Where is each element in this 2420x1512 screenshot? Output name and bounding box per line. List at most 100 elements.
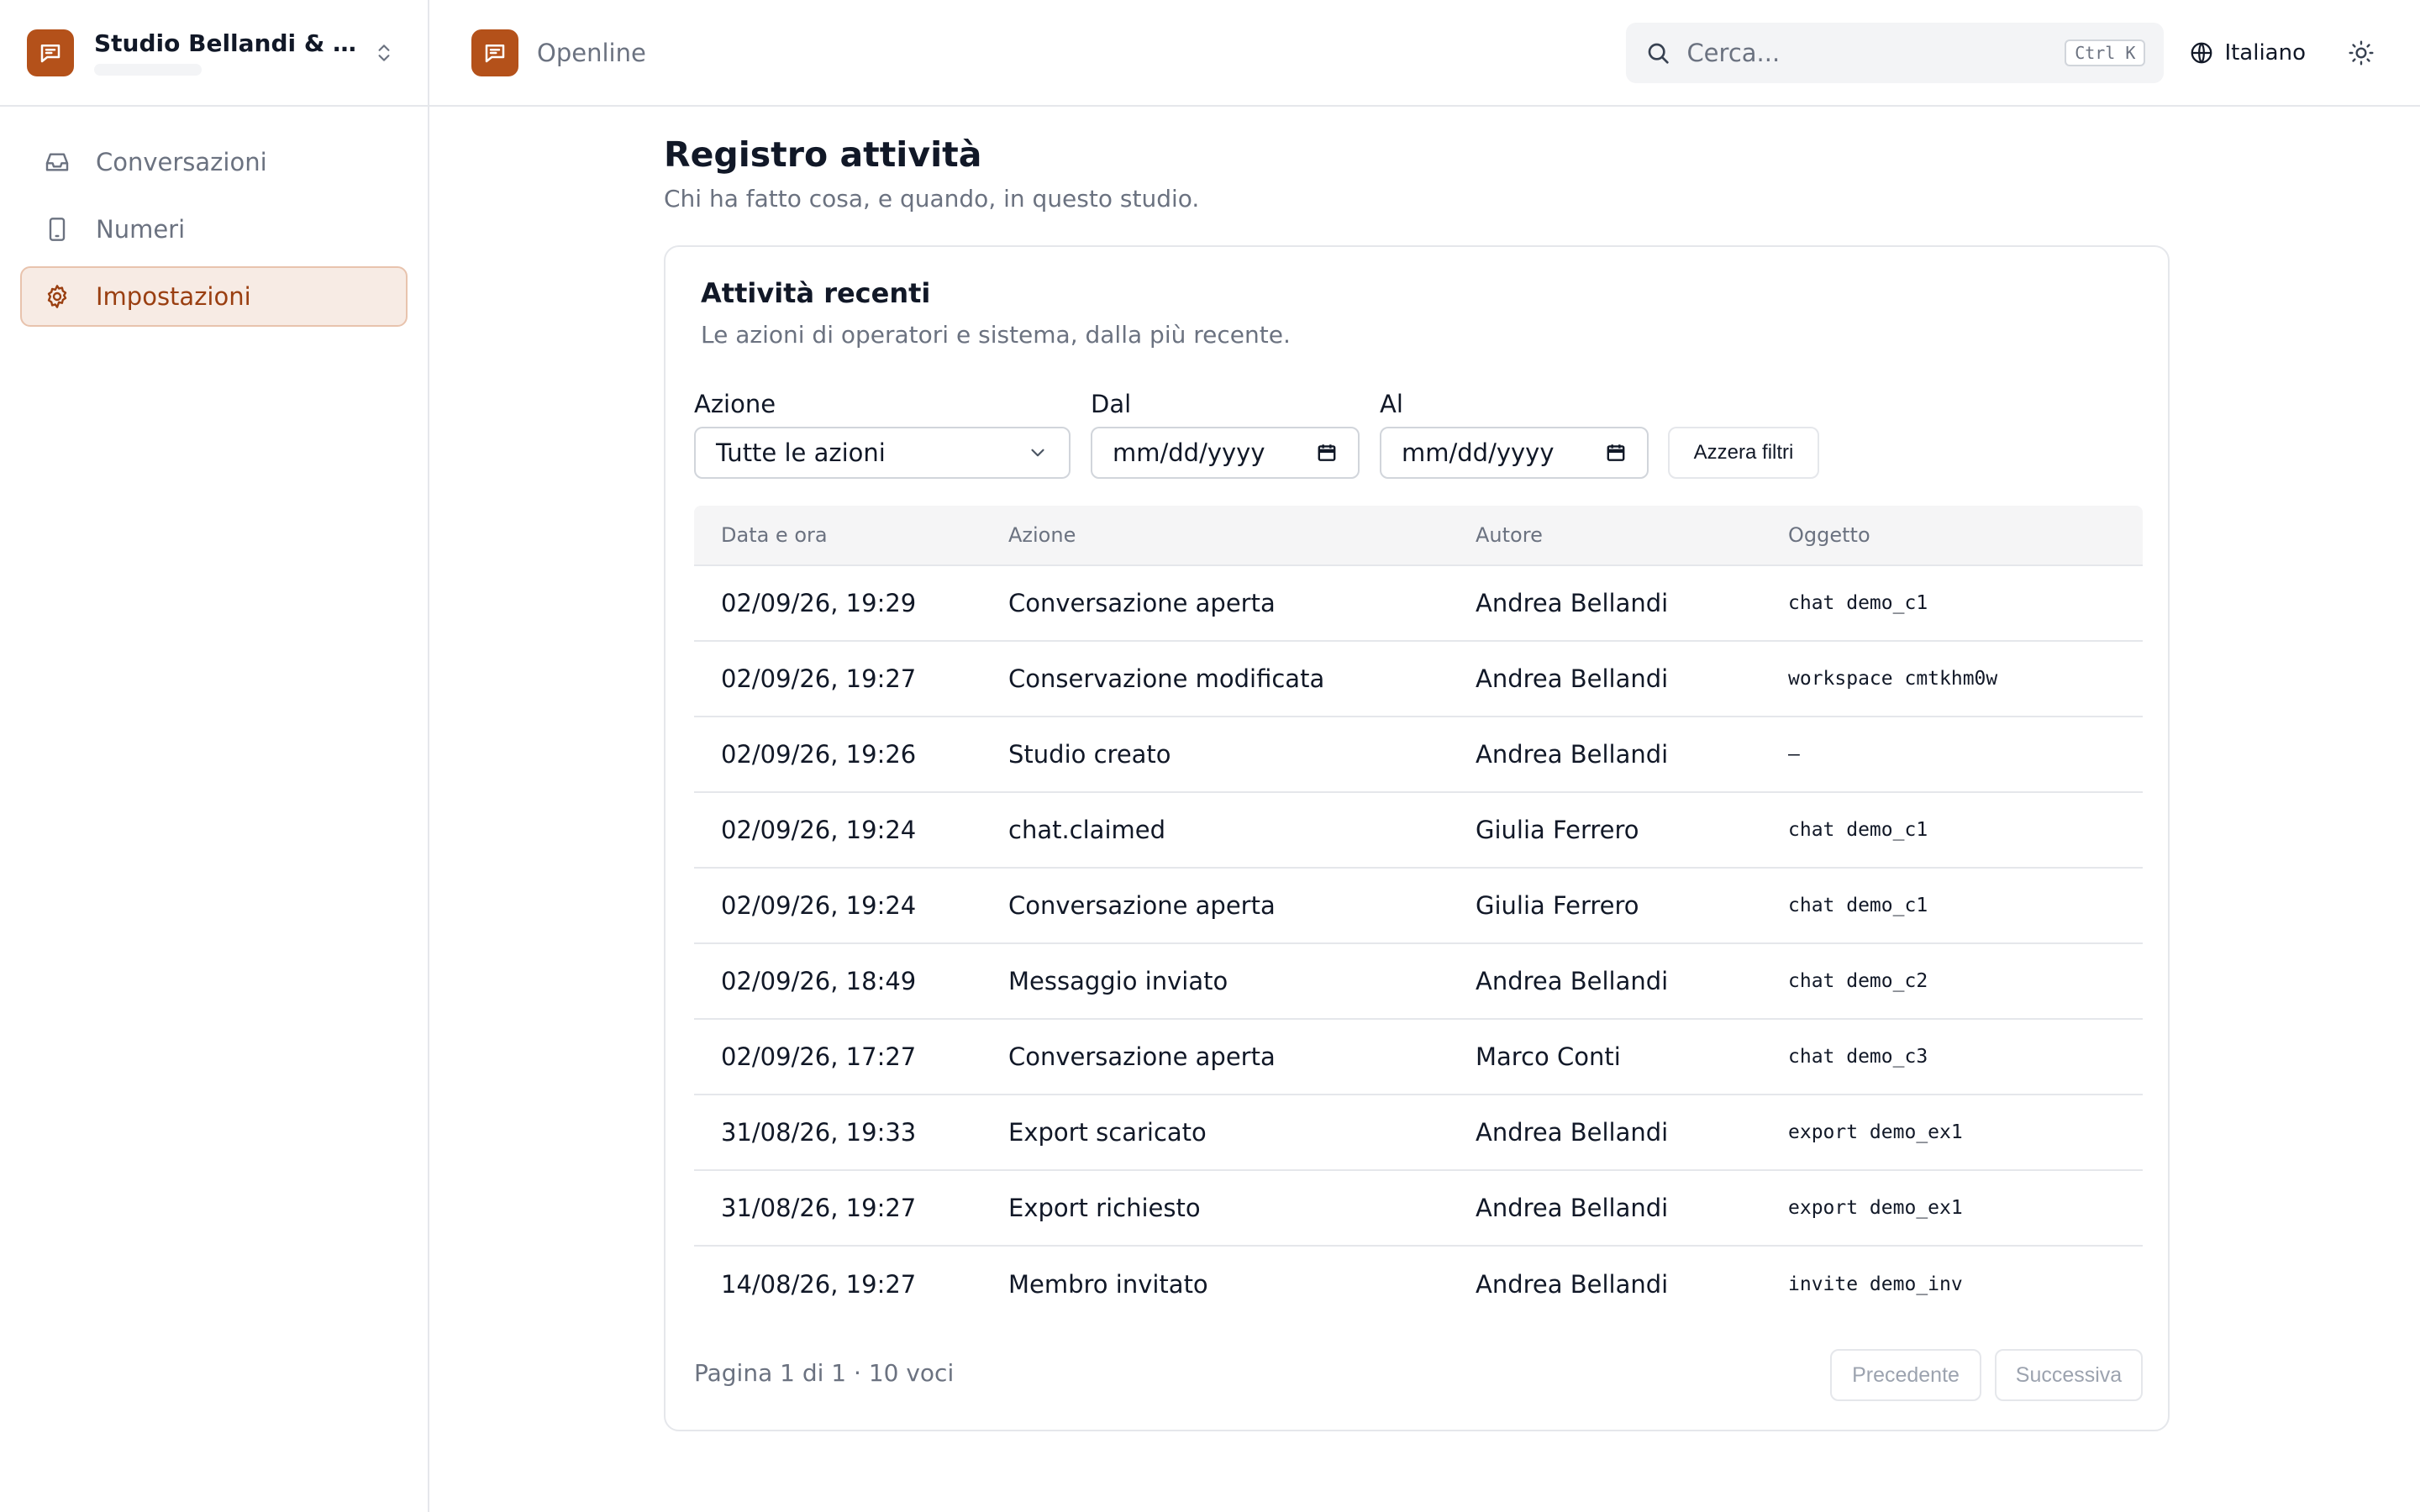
sidebar-item-impostazioni[interactable]: Impostazioni	[20, 266, 408, 327]
brand-name: Openline	[537, 38, 646, 67]
cell-datetime: 02/09/26, 19:27	[721, 664, 917, 693]
cell-author: Andrea Bellandi	[1476, 740, 1669, 769]
cell-action: Export richiesto	[1008, 1194, 1201, 1222]
cell-action: Conversazione aperta	[1008, 1042, 1276, 1071]
cell-object: chat demo_c3	[1788, 1046, 1928, 1068]
table-row[interactable]: 02/09/26, 19:24 Conversazione aperta Giuli…	[694, 869, 2143, 944]
top-bar: Openline Cerca... Ctrl K Italiano	[429, 0, 2420, 107]
cell-object: workspace cmtkhm0w	[1788, 668, 1998, 690]
page-title: Registro attività	[664, 134, 982, 175]
cell-action: Studio creato	[1008, 740, 1171, 769]
chevron-up-down-icon[interactable]	[367, 36, 401, 70]
chevron-down-icon	[1027, 442, 1049, 464]
cell-action: chat.claimed	[1008, 816, 1166, 844]
table-row[interactable]: 02/09/26, 19:24 chat.claimed Giulia Ferrer…	[694, 793, 2143, 869]
cell-action: Conservazione modificata	[1008, 664, 1325, 693]
activity-table: Data e ora Azione Autore Oggetto 02/09/2…	[694, 506, 2143, 1322]
from-date-input[interactable]: mm/dd/yyyy	[1091, 427, 1360, 479]
to-date-value: mm/dd/yyyy	[1402, 438, 1555, 467]
cell-author: Andrea Bellandi	[1476, 1118, 1669, 1147]
cell-object: chat demo_c1	[1788, 895, 1928, 916]
brand-logo-icon	[471, 29, 518, 76]
cell-action: Export scaricato	[1008, 1118, 1207, 1147]
cell-object: chat demo_c2	[1788, 970, 1928, 992]
next-page-button[interactable]: Successiva	[1995, 1349, 2143, 1401]
search-shortcut-badge: Ctrl K	[2065, 39, 2146, 66]
cell-author: Andrea Bellandi	[1476, 1194, 1669, 1222]
main-content: Registro attività Chi ha fatto cosa, e q…	[664, 134, 2170, 1431]
cell-datetime: 02/09/26, 19:26	[721, 740, 917, 769]
table-row[interactable]: 02/09/26, 18:49 Messaggio inviato Andrea B…	[694, 944, 2143, 1020]
cell-object: chat demo_c1	[1788, 592, 1928, 614]
card-title: Attività recenti	[701, 277, 931, 309]
cell-datetime: 02/09/26, 19:24	[721, 891, 917, 920]
action-filter-select[interactable]: Tutte le azioni	[694, 427, 1071, 479]
action-filter-value: Tutte le azioni	[716, 438, 886, 467]
cell-datetime: 02/09/26, 18:49	[721, 967, 917, 995]
column-header-action[interactable]: Azione	[1008, 523, 1476, 547]
table-row[interactable]: 02/09/26, 19:29 Conversazione aperta Andre…	[694, 566, 2143, 642]
column-header-datetime[interactable]: Data e ora	[694, 523, 1008, 547]
column-header-author[interactable]: Autore	[1476, 523, 1788, 547]
sidebar-item-conversazioni[interactable]: Conversazioni	[20, 132, 408, 192]
sidebar-item-label: Impostazioni	[96, 282, 251, 311]
column-header-object[interactable]: Oggetto	[1788, 523, 2143, 547]
table-row[interactable]: 02/09/26, 17:27 Conversazione aperta Marco…	[694, 1020, 2143, 1095]
to-date-label: Al	[1380, 390, 1403, 418]
cell-action: Conversazione aperta	[1008, 891, 1276, 920]
language-label: Italiano	[2224, 39, 2306, 66]
to-date-input[interactable]: mm/dd/yyyy	[1380, 427, 1649, 479]
sun-icon[interactable]	[2344, 36, 2378, 70]
cell-object: chat demo_c1	[1788, 819, 1928, 841]
table-body: 02/09/26, 19:29 Conversazione aperta Andre…	[694, 566, 2143, 1322]
calendar-icon[interactable]	[1316, 442, 1338, 464]
sidebar: Studio Bellandi & A... Conversazioni Num…	[0, 0, 429, 1512]
cell-datetime: 31/08/26, 19:33	[721, 1118, 917, 1147]
from-date-value: mm/dd/yyyy	[1113, 438, 1265, 467]
workspace-subtitle-placeholder	[94, 64, 202, 76]
cell-action: Membro invitato	[1008, 1270, 1208, 1299]
calendar-icon[interactable]	[1605, 442, 1627, 464]
reset-filters-button[interactable]: Azzera filtri	[1668, 427, 1819, 479]
cell-author: Giulia Ferrero	[1476, 891, 1639, 920]
cell-datetime: 31/08/26, 19:27	[721, 1194, 917, 1222]
table-header: Data e ora Azione Autore Oggetto	[694, 506, 2143, 566]
from-date-label: Dal	[1091, 390, 1132, 418]
gear-icon	[44, 283, 71, 310]
table-row[interactable]: 02/09/26, 19:26 Studio creato Andrea Bella…	[694, 717, 2143, 793]
cell-object: —	[1788, 743, 1800, 765]
cell-datetime: 02/09/26, 19:29	[721, 589, 917, 617]
table-row[interactable]: 14/08/26, 19:27 Membro invitato Andrea Bel…	[694, 1247, 2143, 1322]
sidebar-nav: Conversazioni Numeri Impostazioni	[0, 107, 428, 359]
cell-object: invite demo_inv	[1788, 1273, 1963, 1295]
cell-action: Conversazione aperta	[1008, 589, 1276, 617]
table-row[interactable]: 31/08/26, 19:27 Export richiesto Andrea Be…	[694, 1171, 2143, 1247]
cell-object: export demo_ex1	[1788, 1121, 1963, 1143]
cell-author: Andrea Bellandi	[1476, 967, 1669, 995]
sidebar-item-numeri[interactable]: Numeri	[20, 199, 408, 260]
page-subtitle: Chi ha fatto cosa, e quando, in questo s…	[664, 185, 1200, 213]
activity-card: Attività recenti Le azioni di operatori …	[664, 245, 2170, 1431]
cell-action: Messaggio inviato	[1008, 967, 1228, 995]
globe-icon	[2189, 40, 2214, 66]
phone-icon	[44, 216, 71, 243]
language-switcher[interactable]: Italiano	[2189, 40, 2306, 66]
cell-datetime: 14/08/26, 19:27	[721, 1270, 917, 1299]
cell-author: Andrea Bellandi	[1476, 589, 1669, 617]
table-row[interactable]: 02/09/26, 19:27 Conservazione modificata A…	[694, 642, 2143, 717]
search-input[interactable]: Cerca... Ctrl K	[1626, 22, 2165, 83]
sidebar-item-label: Numeri	[96, 215, 186, 244]
cell-author: Andrea Bellandi	[1476, 1270, 1669, 1299]
workspace-name: Studio Bellandi & A...	[94, 29, 363, 57]
search-placeholder: Cerca...	[1686, 38, 1781, 67]
previous-page-button[interactable]: Precedente	[1830, 1349, 1981, 1401]
inbox-icon	[44, 149, 71, 176]
cell-author: Andrea Bellandi	[1476, 664, 1669, 693]
workspace-switcher[interactable]: Studio Bellandi & A...	[0, 0, 428, 107]
workspace-logo-icon	[27, 29, 74, 76]
table-row[interactable]: 31/08/26, 19:33 Export scaricato Andrea Be…	[694, 1095, 2143, 1171]
search-icon	[1644, 39, 1671, 66]
cell-datetime: 02/09/26, 19:24	[721, 816, 917, 844]
card-subtitle: Le azioni di operatori e sistema, dalla …	[701, 321, 1291, 349]
pagination-summary: Pagina 1 di 1 · 10 voci	[694, 1359, 955, 1387]
